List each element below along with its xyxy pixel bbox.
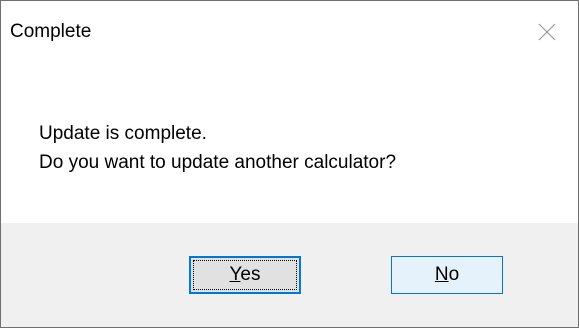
message-line-2: Do you want to update another calculator…: [39, 152, 397, 173]
no-mnemonic: N: [434, 264, 449, 285]
yes-button-label: Yes: [229, 264, 260, 286]
yes-label-rest: es: [240, 264, 261, 285]
yes-button[interactable]: Yes: [189, 256, 301, 294]
yes-mnemonic: Y: [229, 264, 241, 285]
title-bar: Complete: [1, 1, 578, 63]
no-label-rest: o: [448, 264, 460, 285]
dialog-window: Complete Update is complete. Do you want…: [0, 0, 579, 328]
no-button-label: No: [435, 264, 459, 286]
message-line-1: Update is complete.: [39, 123, 207, 144]
dialog-title: Complete: [10, 21, 92, 42]
close-button[interactable]: [516, 1, 578, 63]
dialog-content: Update is complete. Do you want to updat…: [1, 63, 578, 223]
close-icon: [538, 23, 556, 41]
no-button[interactable]: No: [391, 256, 503, 294]
dialog-message: Update is complete. Do you want to updat…: [39, 119, 396, 177]
button-area: Yes No: [1, 223, 578, 327]
